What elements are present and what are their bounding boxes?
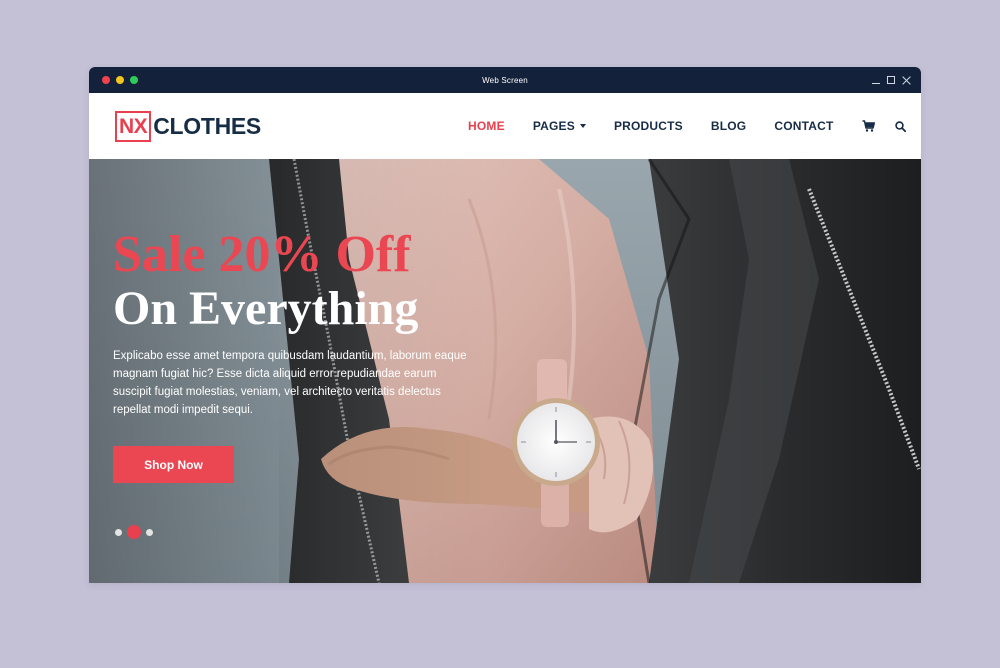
slider-dot-3[interactable] xyxy=(146,528,153,536)
slider-dots xyxy=(115,525,153,539)
browser-window: Web Screen NX CLOTHES HOME PAGES PRODUCT… xyxy=(89,67,921,583)
site-logo[interactable]: NX CLOTHES xyxy=(115,110,261,142)
hero-description: Explicabo esse amet tempora quibusdam la… xyxy=(113,350,467,416)
window-controls xyxy=(872,67,911,93)
minimize-icon[interactable] xyxy=(872,76,880,84)
site-header: NX CLOTHES HOME PAGES PRODUCTS BLOG CONT… xyxy=(89,93,921,159)
close-icon[interactable] xyxy=(902,76,911,85)
main-nav: HOME PAGES PRODUCTS BLOG CONTACT xyxy=(468,93,921,159)
caret-down-icon xyxy=(579,124,586,128)
maximize-icon[interactable] xyxy=(887,76,895,84)
nav-item-pages-label: PAGES xyxy=(532,119,575,133)
nav-item-products[interactable]: PRODUCTS xyxy=(614,119,683,133)
window-titlebar: Web Screen xyxy=(89,67,921,93)
hero-headline-everything: On Everything xyxy=(113,282,419,335)
logo-box: NX xyxy=(115,110,152,142)
nav-item-home[interactable]: HOME xyxy=(468,119,505,133)
search-icon[interactable] xyxy=(894,120,906,132)
nav-item-pages[interactable]: PAGES xyxy=(533,119,586,133)
logo-text: CLOTHES xyxy=(153,112,261,139)
hero-banner: Sale 20% Off On Everything Explicabo ess… xyxy=(89,159,921,583)
cart-icon[interactable] xyxy=(862,120,875,132)
slider-dot-1[interactable] xyxy=(115,528,122,536)
hero-headline-sale: Sale 20% Off xyxy=(113,226,411,283)
nav-item-contact[interactable]: CONTACT xyxy=(774,119,833,133)
nav-item-blog[interactable]: BLOG xyxy=(711,119,746,133)
window-title: Web Screen xyxy=(482,75,528,85)
shop-now-button[interactable]: Shop Now xyxy=(113,446,234,483)
slider-dot-2-active[interactable] xyxy=(127,525,141,539)
